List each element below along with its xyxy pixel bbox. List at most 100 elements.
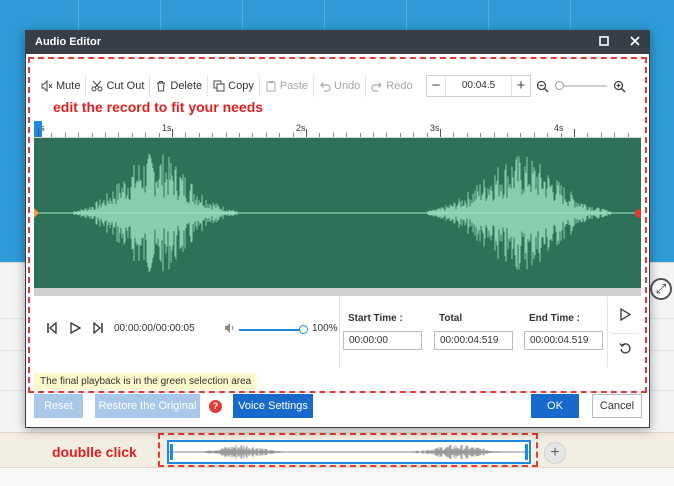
ruler-tick [346, 133, 348, 137]
ruler-tick [118, 133, 120, 137]
maximize-icon[interactable] [599, 35, 609, 49]
dialog-titlebar: Audio Editor [26, 31, 649, 54]
add-clip-button[interactable]: + [544, 442, 566, 464]
mute-label: Mute [56, 80, 81, 92]
undo-icon [320, 82, 331, 92]
ruler-tick [158, 133, 160, 137]
total-time-input[interactable]: 00:00:04.519 [434, 331, 513, 350]
preview-play-button[interactable] [611, 299, 639, 329]
next-frame-icon[interactable] [92, 321, 104, 337]
redo-button[interactable]: Redo [366, 75, 417, 97]
delete-label: Delete [170, 80, 203, 92]
ruler-tick [105, 133, 106, 137]
replay-button[interactable] [611, 333, 639, 363]
end-time-label: End Time : [529, 313, 580, 324]
preview-buttons [607, 297, 641, 367]
edit-annotation: edit the record to fit your needs [53, 99, 264, 115]
previous-frame-icon[interactable] [46, 321, 58, 337]
paste-label: Paste [279, 80, 308, 92]
expand-icon[interactable]: ⤢ [650, 278, 672, 300]
scissors-icon [91, 80, 103, 92]
transport-controls: 00:00:00/00:00:05 100% [34, 297, 340, 367]
trash-icon [157, 81, 166, 92]
ruler-tick [332, 133, 334, 137]
playback-time-display: 00:00:00/00:00:05 [114, 323, 195, 334]
zoom-control [536, 75, 640, 97]
help-icon[interactable]: ? [209, 400, 222, 413]
ruler-tick [627, 133, 629, 137]
ruler-tick [265, 133, 267, 137]
ruler-tick [453, 133, 455, 137]
end-time-input[interactable]: 00:00:04.519 [524, 331, 603, 350]
cancel-button[interactable]: Cancel [592, 394, 642, 418]
volume-slider[interactable] [239, 329, 303, 331]
selection-start-marker[interactable] [34, 208, 39, 218]
ruler-tick [198, 133, 200, 137]
delete-button[interactable]: Delete [150, 75, 209, 97]
ruler-tick [91, 133, 93, 137]
selection-hint: The final playback is in the green selec… [34, 373, 258, 390]
ruler-tick [172, 129, 173, 137]
zoom-slider-knob[interactable] [555, 81, 564, 90]
ruler-label: 3s [430, 123, 440, 133]
ruler-tick [386, 133, 388, 137]
ruler-tick [279, 133, 281, 137]
ruler-tick [252, 133, 254, 137]
audio-clip[interactable] [167, 440, 531, 464]
ruler-tick [440, 129, 441, 137]
mute-icon [41, 80, 53, 92]
copy-button[interactable]: Copy [208, 75, 260, 97]
cut-out-label: Cut Out [106, 80, 145, 92]
ok-button[interactable]: OK [531, 394, 579, 418]
time-decrease-button[interactable]: − [427, 76, 445, 96]
cut-out-button[interactable]: Cut Out [86, 75, 151, 97]
waveform-view[interactable] [34, 138, 641, 288]
ruler-tick [51, 133, 53, 137]
time-ruler[interactable]: s 1s 2s 3s 4s [34, 121, 641, 138]
time-increase-button[interactable]: + [512, 76, 530, 96]
ruler-tick [507, 133, 508, 137]
ruler-tick [212, 133, 214, 137]
undo-label: Undo [334, 80, 361, 92]
ruler-tick [587, 133, 589, 137]
zoom-out-icon[interactable] [536, 80, 549, 93]
background-app-footer [0, 468, 674, 486]
waveform-scrollbar[interactable] [34, 288, 641, 296]
ruler-tick [466, 133, 468, 137]
ruler-tick [373, 133, 374, 137]
restore-original-button[interactable]: Restore the Original [95, 394, 200, 418]
audio-clip-waveform [169, 444, 529, 460]
volume-icon[interactable] [224, 322, 236, 337]
voice-settings-button[interactable]: Voice Settings [233, 394, 313, 418]
ruler-label: 1s [162, 123, 172, 133]
ruler-tick [399, 133, 401, 137]
ruler-tick [600, 133, 602, 137]
redo-icon [371, 82, 383, 92]
ruler-tick [560, 133, 562, 137]
ruler-tick [239, 133, 240, 137]
clip-left-handle[interactable] [170, 444, 173, 460]
ruler-tick [547, 133, 549, 137]
ruler-tick [493, 133, 495, 137]
zoom-in-icon[interactable] [613, 80, 626, 93]
ruler-tick [614, 133, 616, 137]
ruler-tick [64, 133, 66, 137]
volume-slider-knob[interactable] [299, 325, 308, 334]
paste-button[interactable]: Paste [260, 75, 314, 97]
ruler-label: 2s [296, 123, 306, 133]
reset-button[interactable]: Reset [34, 394, 83, 418]
selection-end-marker[interactable] [635, 209, 641, 218]
mute-button[interactable]: Mute [36, 75, 87, 97]
ruler-tick [520, 133, 522, 137]
start-time-input[interactable]: 00:00:00 [343, 331, 422, 350]
zoom-slider[interactable] [555, 81, 607, 90]
playhead-time-value[interactable]: 00:04.5 [445, 76, 512, 96]
ruler-tick [131, 133, 133, 137]
ruler-tick [480, 133, 482, 137]
waveform-graphic [34, 153, 641, 273]
close-icon[interactable] [630, 35, 640, 49]
editor-toolbar: Mute Cut Out Delete Copy Paste Undo Redo [36, 75, 418, 97]
play-icon[interactable] [69, 321, 82, 337]
clip-right-handle[interactable] [525, 444, 528, 460]
undo-button[interactable]: Undo [314, 75, 367, 97]
